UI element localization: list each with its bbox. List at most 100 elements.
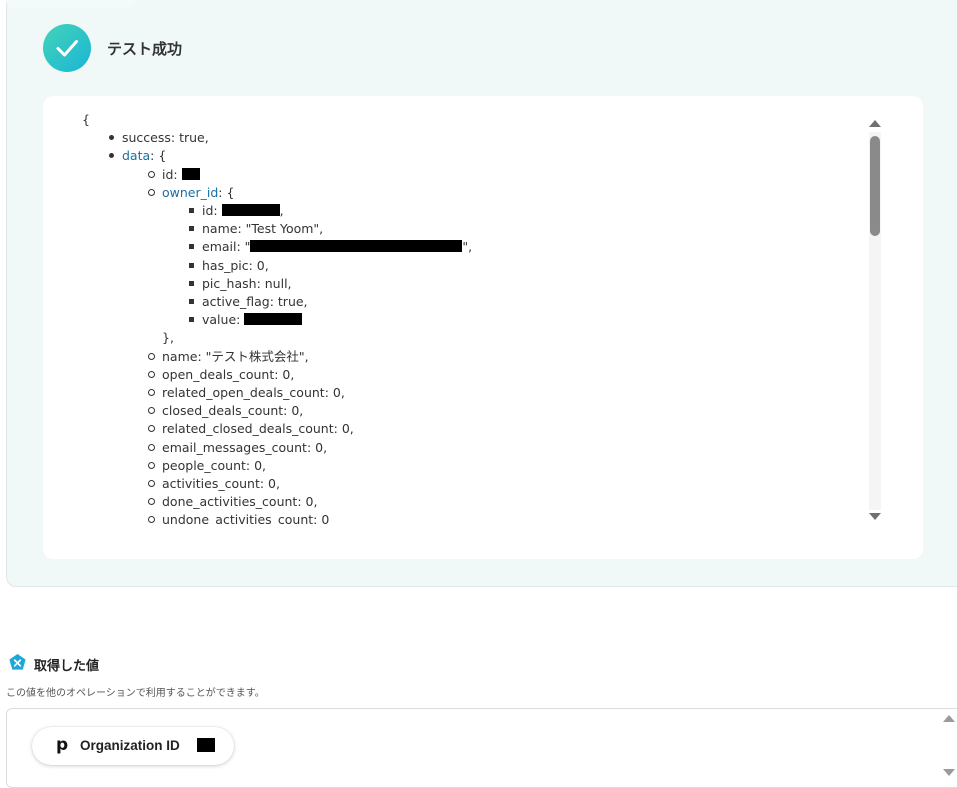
list-bullet xyxy=(148,170,155,178)
json-line: success: true, xyxy=(109,129,209,147)
json-line: value: xyxy=(189,311,303,329)
json-line: activities_count: 0, xyxy=(148,475,280,493)
scroll-down-arrow-icon[interactable] xyxy=(869,513,881,520)
json-value: : 0 xyxy=(313,512,330,525)
json-key: name xyxy=(162,348,198,364)
json-key: activities_count xyxy=(162,476,260,491)
json-line: data: { xyxy=(109,147,167,165)
list-bullet xyxy=(189,244,194,250)
json-line: owner_id: { xyxy=(148,184,235,202)
json-line: active_flag: true, xyxy=(189,293,308,311)
json-value: : true, xyxy=(269,294,308,309)
json-line: name: "テスト株式会社", xyxy=(148,348,309,366)
json-key: done_activities_count xyxy=(162,494,298,510)
json-line: { xyxy=(82,112,90,127)
json-key[interactable]: owner_id xyxy=(162,185,218,200)
variable-icon xyxy=(9,653,26,670)
json-line: closed_deals_count: 0, xyxy=(148,402,304,420)
json-key[interactable]: data xyxy=(122,148,150,163)
json-line: open_deals_count: 0, xyxy=(148,366,295,384)
json-value: : 0, xyxy=(297,494,318,510)
scrollbar-thumb[interactable] xyxy=(870,136,880,236)
json-line: undone_activities_count: 0 xyxy=(148,511,330,525)
scroll-up-arrow-icon[interactable] xyxy=(869,120,881,127)
panel-tab-edge xyxy=(6,0,136,8)
list-bullet xyxy=(148,370,155,378)
json-value: : 0, xyxy=(306,439,328,455)
json-value: : 0, xyxy=(283,403,304,419)
json-value: : 0, xyxy=(248,257,269,273)
list-bullet xyxy=(148,516,155,524)
json-output-viewport[interactable]: {success: true, data: {id: owner_id: {id:… xyxy=(43,108,863,525)
list-bullet xyxy=(148,461,155,469)
json-key: email xyxy=(202,239,237,255)
json-key: open_deals_count xyxy=(162,366,275,382)
list-bullet xyxy=(189,299,194,304)
json-key: has_pic xyxy=(202,257,249,273)
test-status-title: テスト成功 xyxy=(107,40,183,58)
list-bullet xyxy=(189,226,194,232)
json-line: name: "Test Yoom", xyxy=(189,220,324,238)
success-check-icon xyxy=(43,24,91,72)
json-key: value xyxy=(202,312,237,328)
json-key: people_count xyxy=(162,457,246,473)
json-value: : 0, xyxy=(259,476,280,491)
json-key: name xyxy=(202,221,238,237)
value-chip-organization-id[interactable]: p Organization ID xyxy=(32,727,234,765)
json-value: : null, xyxy=(256,275,292,291)
json-value: : 0, xyxy=(324,385,345,400)
values-scroll-down-icon[interactable] xyxy=(943,769,955,776)
redacted-value xyxy=(197,738,215,752)
json-line: related_closed_deals_count: 0, xyxy=(148,420,354,438)
json-line: email: " ", xyxy=(189,238,473,256)
json-value: : "Test Yoom", xyxy=(237,221,324,237)
json-line: email_messages_count: 0, xyxy=(148,439,328,457)
json-line: people_count: 0, xyxy=(148,457,267,475)
values-scroll-up-icon[interactable] xyxy=(943,715,955,722)
acquired-values-description: この値を他のオペレーションで利用することができます。 xyxy=(6,688,265,699)
json-line: id: , xyxy=(189,202,284,220)
acquired-values-title: 取得した値 xyxy=(34,659,100,674)
json-key: closed_deals_count xyxy=(162,403,284,419)
redacted-value xyxy=(221,204,280,216)
check-icon xyxy=(56,40,78,57)
json-punctuation: ", xyxy=(462,239,473,255)
json-line: done_activities_count: 0, xyxy=(148,493,318,511)
json-value: : xyxy=(173,166,182,182)
json-value: : " xyxy=(236,239,251,255)
list-bullet xyxy=(189,317,194,323)
json-key: id xyxy=(202,203,214,218)
list-bullet xyxy=(148,352,155,360)
json-key: pic_hash xyxy=(202,275,257,291)
json-value: : true, xyxy=(170,130,209,146)
list-bullet xyxy=(189,280,194,286)
json-key: active_flag xyxy=(202,294,270,309)
json-line: pic_hash: null, xyxy=(189,275,292,293)
list-bullet xyxy=(189,262,194,268)
redacted-value xyxy=(181,167,200,180)
redacted-value xyxy=(244,313,303,326)
json-value: : 0, xyxy=(333,421,354,437)
list-bullet xyxy=(148,480,155,487)
json-line: has_pic: 0, xyxy=(189,257,269,275)
list-bullet xyxy=(148,443,155,451)
json-value: : xyxy=(236,312,245,328)
list-bullet xyxy=(109,135,114,141)
json-key: id xyxy=(162,166,174,182)
json-output-card: {success: true, data: {id: owner_id: {id:… xyxy=(43,96,923,559)
json-line: id: xyxy=(148,166,200,184)
json-punctuation: , xyxy=(279,203,284,218)
redacted-value xyxy=(250,240,463,253)
value-chip-label: Organization ID xyxy=(80,738,180,753)
json-key: success xyxy=(122,130,171,146)
pipedrive-p-icon: p xyxy=(56,735,69,755)
json-value: : 0, xyxy=(274,366,295,382)
json-value: : 0, xyxy=(245,457,267,473)
list-bullet xyxy=(148,425,155,433)
json-value: : "テスト株式会社", xyxy=(197,348,309,364)
json-value: : { xyxy=(150,148,167,164)
list-bullet xyxy=(148,188,155,196)
list-bullet xyxy=(148,407,155,415)
json-key: email_messages_count xyxy=(162,439,307,455)
json-value: : { xyxy=(218,184,235,200)
